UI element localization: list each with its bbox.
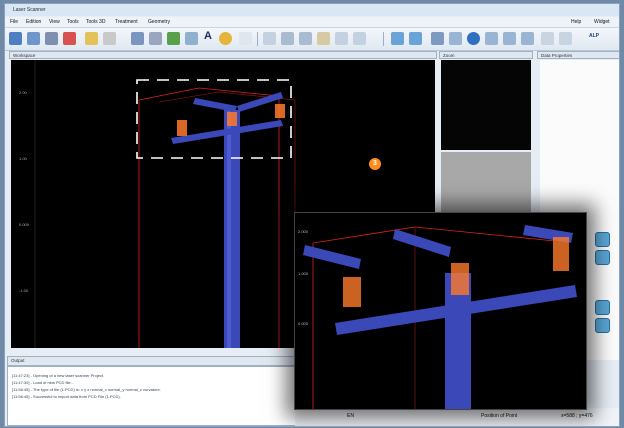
print-icon[interactable] xyxy=(103,32,116,45)
inset-tick-label: 2.000 xyxy=(298,229,309,234)
selection-rectangle[interactable] xyxy=(136,79,292,159)
toolbar: A ALP xyxy=(5,28,619,51)
info-icon[interactable] xyxy=(467,32,480,45)
data-properties-title: Data Properties xyxy=(541,53,573,58)
toolbar-separator xyxy=(257,32,258,46)
output-line: [11:56:45] - Successful to import data f… xyxy=(12,394,121,399)
zoom-in-icon[interactable] xyxy=(281,32,294,45)
alp-button[interactable]: ALP xyxy=(589,33,599,39)
zoomed-inset-view: 2.000 1.000 0.000 xyxy=(294,212,587,410)
polyline-icon[interactable] xyxy=(521,32,534,45)
shape-icon[interactable] xyxy=(185,32,198,45)
menu-view[interactable]: View xyxy=(49,19,60,25)
status-mode: EN xyxy=(347,413,354,419)
menu-file[interactable]: File xyxy=(10,19,18,25)
status-coordinates: x=588 ; y=476 xyxy=(561,413,593,419)
app-window: Laser Scanner File Edition View Tools To… xyxy=(4,3,620,427)
status-bar: EN Position of Point x=588 ; y=476 xyxy=(295,408,619,426)
menu-widget[interactable]: Widget xyxy=(594,19,610,25)
inset-tick-label: 0.000 xyxy=(298,321,309,326)
side-tool-button[interactable] xyxy=(595,318,610,333)
open-file-icon[interactable] xyxy=(85,32,98,45)
new-project-icon[interactable] xyxy=(9,32,22,45)
menu-treatment[interactable]: Treatment xyxy=(115,19,138,25)
y-tick-label: 0.000 xyxy=(19,222,30,227)
line-tool-icon[interactable] xyxy=(431,32,444,45)
output-line: [11:47:23] - Opening of a new laser scan… xyxy=(12,373,105,378)
data-properties-header: Data Properties xyxy=(537,51,619,59)
workspace-header: Workspace xyxy=(9,51,437,59)
window-title: Laser Scanner xyxy=(13,7,46,13)
curve-icon[interactable] xyxy=(485,32,498,45)
menu-bar: File Edition View Tools Tools 3D Treatme… xyxy=(5,17,619,28)
cloud-icon[interactable] xyxy=(409,32,422,45)
side-tool-button[interactable] xyxy=(595,250,610,265)
output-title: Output xyxy=(11,358,25,363)
menu-tools[interactable]: Tools xyxy=(67,19,79,25)
y-tick-label: -1.00 xyxy=(19,288,29,293)
points-icon[interactable] xyxy=(391,32,404,45)
toolbar-separator xyxy=(383,32,384,46)
undo-icon[interactable] xyxy=(131,32,144,45)
pan-hand-icon[interactable] xyxy=(317,32,330,45)
translate-icon[interactable] xyxy=(353,32,366,45)
menu-help[interactable]: Help xyxy=(571,19,581,25)
y-tick-label: 1.00 xyxy=(19,156,28,161)
zoom-header: Zoom xyxy=(439,51,533,59)
image-icon[interactable] xyxy=(167,32,180,45)
rotate-icon[interactable] xyxy=(335,32,348,45)
zoom-out-icon[interactable] xyxy=(299,32,312,45)
open-project-icon[interactable] xyxy=(27,32,40,45)
y-tick-label: 2.00 xyxy=(19,90,28,95)
step-marker-number: 3 xyxy=(373,160,377,167)
import-file-icon[interactable] xyxy=(63,32,76,45)
side-tool-button[interactable] xyxy=(595,300,610,315)
measure-icon[interactable] xyxy=(449,32,462,45)
menu-edition[interactable]: Edition xyxy=(26,19,41,25)
status-label: Position of Point xyxy=(481,413,518,419)
title-bar: Laser Scanner xyxy=(5,4,619,16)
inset-power-pole xyxy=(303,225,577,409)
output-panel: [11:47:23] - Opening of a new laser scan… xyxy=(7,366,309,426)
arc-icon[interactable] xyxy=(503,32,516,45)
workspace-title: Workspace xyxy=(13,53,36,58)
text-tool-icon[interactable]: A xyxy=(204,30,212,42)
output-line: [11:47:30] - Load of new PCD file... xyxy=(12,380,74,385)
redo-icon[interactable] xyxy=(149,32,162,45)
output-line: [11:56:45] - The type of file (1.PCD) is… xyxy=(12,387,161,392)
zoom-title: Zoom xyxy=(443,53,455,58)
inset-tick-label: 1.000 xyxy=(298,271,309,276)
step-marker: 3 xyxy=(369,158,381,170)
menu-geometry[interactable]: Geometry xyxy=(148,19,170,25)
cursor-icon[interactable] xyxy=(239,32,252,45)
save-project-icon[interactable] xyxy=(45,32,58,45)
light-icon[interactable] xyxy=(219,32,232,45)
side-tool-button[interactable] xyxy=(595,232,610,247)
power-pole xyxy=(171,92,285,348)
inset-point-cloud: 2.000 1.000 0.000 xyxy=(298,225,577,409)
menu-tools-3d[interactable]: Tools 3D xyxy=(86,19,105,25)
output-header: Output xyxy=(7,356,307,366)
settings-icon[interactable] xyxy=(541,32,554,45)
zoom-panel[interactable] xyxy=(441,60,531,150)
view-icon[interactable] xyxy=(559,32,572,45)
select-tool-icon[interactable] xyxy=(263,32,276,45)
